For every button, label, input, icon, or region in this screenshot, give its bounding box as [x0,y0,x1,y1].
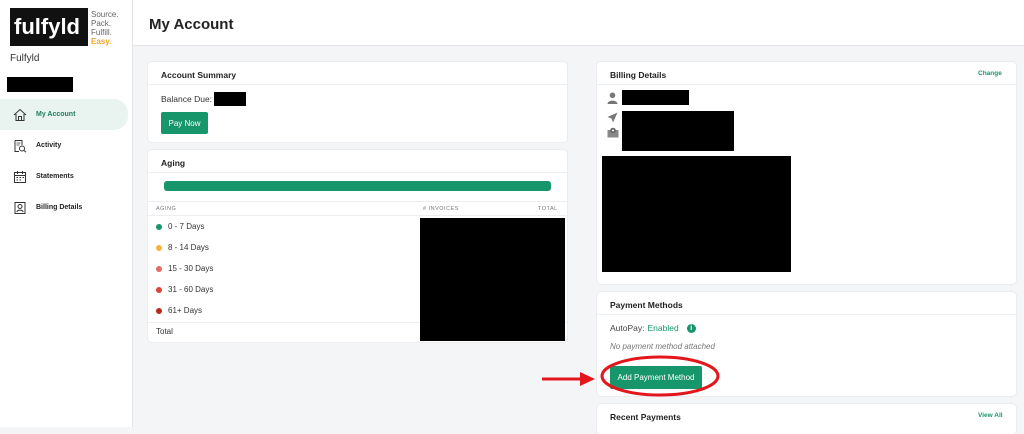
sidebar-item-label: My Account [36,111,76,118]
aging-row: 61+ Days [156,306,202,315]
arrow-head [580,372,595,386]
sidebar-item-label: Billing Details [36,204,83,211]
aging-progress-fill [164,181,551,191]
column-header-invoices: # INVOICES [423,206,459,212]
account-summary-title: Account Summary [161,70,237,80]
divider [148,172,567,173]
user-card-icon [12,200,28,216]
pay-now-button[interactable]: Pay Now [161,112,208,134]
status-dot [156,244,162,251]
fulfyld-logo[interactable]: fulfyld Source. Pack. Fulfill. Easy. [10,6,130,48]
send-icon [607,112,618,123]
change-billing-link[interactable]: Change [978,70,1002,77]
aging-row-label: 8 - 14 Days [168,243,209,252]
autopay-value: Enabled [647,323,679,333]
sidebar-item-label: Statements [36,173,74,180]
logo-tagline-2: Pack. [91,19,111,28]
autopay-label: AutoPay: [610,323,645,333]
aging-row-label: 0 - 7 Days [168,222,205,231]
highlight-ellipse [600,355,720,397]
calendar-icon [12,169,28,185]
divider [148,201,567,202]
status-dot [156,223,162,230]
sidebar-item-activity[interactable]: Activity [0,130,133,161]
sidebar-item-statements[interactable]: Statements [0,161,133,192]
org-name: Fulfyld [10,53,40,64]
status-dot [156,307,162,314]
logo-word: fulfyld [14,14,80,39]
sidebar-item-billing-details[interactable]: Billing Details [0,192,133,223]
sidebar: fulfyld Source. Pack. Fulfill. Easy. Ful… [0,0,133,427]
aging-row: 15 - 30 Days [156,264,213,273]
balance-due-label: Balance Due: [161,94,213,104]
column-header-total: TOTAL [538,206,558,212]
red-annotation-overlay [542,355,720,397]
recent-payments-card: Recent Payments View All [597,404,1016,434]
sidebar-item-my-account[interactable]: My Account [0,99,128,130]
billing-details-title: Billing Details [610,70,667,80]
info-icon[interactable]: i [686,323,696,333]
redacted-balance-amount [214,92,246,106]
map-pin-icon [607,127,619,138]
aging-row-label: 31 - 60 Days [168,285,214,294]
activity-search-icon [12,138,28,154]
divider [597,314,1016,315]
sidebar-nav: My Account Activity Statements Billing D… [0,99,133,223]
home-icon [12,107,28,123]
aging-row: 31 - 60 Days [156,285,213,294]
logo-tagline-1: Source. [91,10,119,19]
aging-row-label: 15 - 30 Days [168,264,214,273]
aging-card: Aging AGING # INVOICES TOTAL 0 - 7 Days … [148,150,567,342]
redacted-user-name [7,77,73,92]
column-header-aging: AGING [156,206,177,212]
page-header: My Account [133,0,1024,46]
redacted-billing-info [602,156,791,272]
aging-row-label: 61+ Days [168,306,203,315]
redacted-contact-name [622,90,689,105]
divider [148,215,567,216]
person-icon [607,92,618,104]
payment-methods-title: Payment Methods [610,300,683,310]
divider [597,84,1016,85]
redacted-aging-values [420,218,565,341]
divider [148,84,567,85]
logo-tagline-4: Easy. [91,37,111,46]
aging-row: 0 - 7 Days [156,222,204,231]
sidebar-item-label: Activity [36,142,62,149]
aging-title: Aging [161,158,186,168]
redacted-address [622,111,734,151]
logo-tagline-3: Fulfill. [91,28,112,37]
aging-progress-track [164,181,551,191]
status-dot [156,286,162,293]
view-all-payments-link[interactable]: View All [978,412,1003,419]
recent-payments-title: Recent Payments [610,412,681,422]
aging-row: 8 - 14 Days [156,243,209,252]
aging-total-label: Total [156,327,173,336]
account-summary-card: Account Summary Balance Due: Pay Now [148,62,567,142]
status-dot [156,265,162,272]
autopay-status: AutoPay: Enabled i [610,323,696,333]
page-title: My Account [149,16,234,33]
billing-details-card: Billing Details Change [597,62,1016,284]
